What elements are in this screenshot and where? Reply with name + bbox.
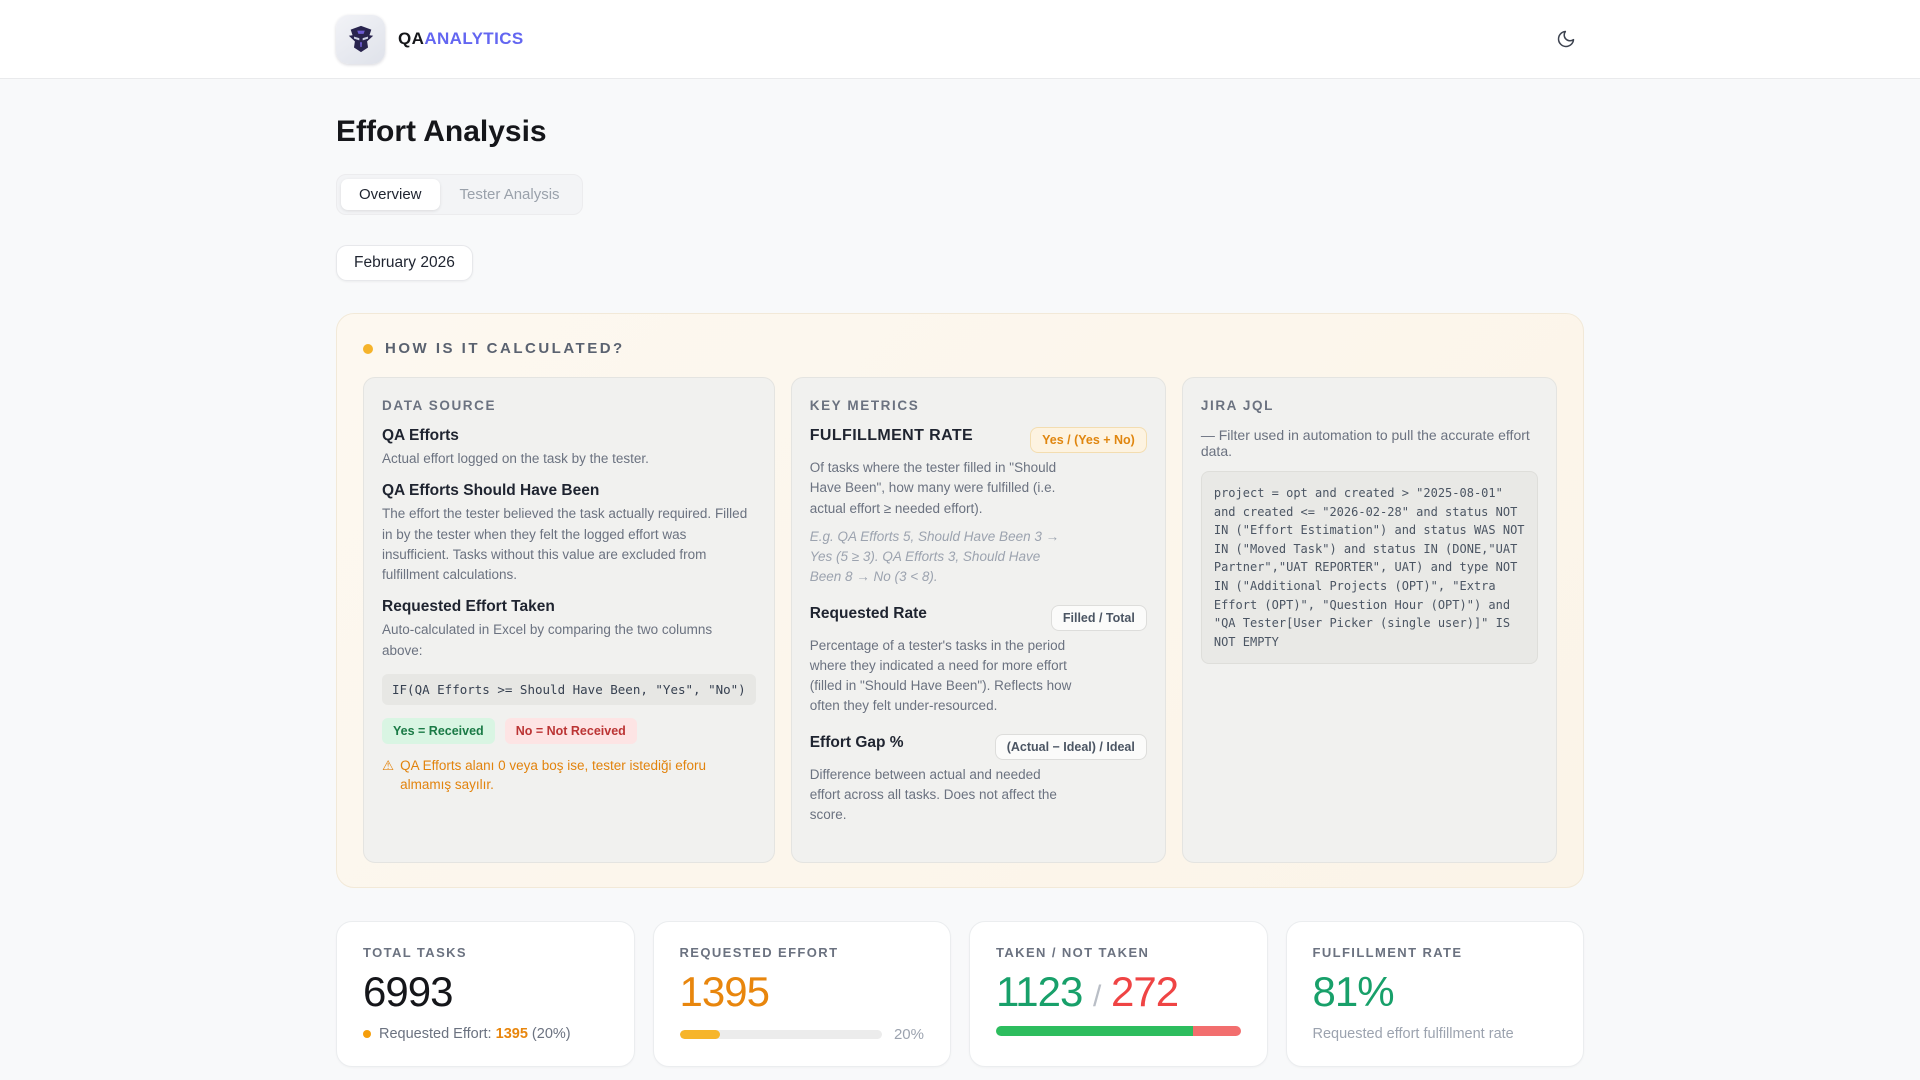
requested-effort-progressbar [679, 1030, 882, 1040]
taken-not-taken-card: TAKEN / NOT TAKEN 1123 / 272 [969, 921, 1268, 1068]
amber-dot-icon [363, 343, 373, 354]
progress-percent-label: 20% [893, 1026, 924, 1044]
warning-note: ⚠ QA Efforts alanı 0 veya boş ise, teste… [382, 757, 756, 795]
metric-title: Requested Rate [809, 604, 927, 622]
metric-fulfillment-rate: FULFILLMENT RATE Yes / (Yes + No) Of tas… [810, 427, 1147, 588]
data-source-item: QA Efforts Should Have Been The effort t… [382, 482, 756, 585]
warning-text: QA Efforts alanı 0 veya boş ise, tester … [400, 757, 707, 792]
brand-suffix: ANALYTICS [424, 29, 524, 48]
metric-example: E.g. QA Efforts 5, Should Have Been 3 → … [809, 528, 1060, 585]
page-title: Effort Analysis [336, 115, 547, 148]
month-selector[interactable]: February 2026 [336, 245, 473, 281]
total-tasks-card: TOTAL TASKS 6993 Requested Effort: 1395 … [336, 921, 635, 1068]
total-tasks-value: 6993 [363, 968, 453, 1016]
yes-received-badge: Yes = Received [382, 717, 495, 744]
taken-split-bar [996, 1026, 1241, 1037]
key-metrics-heading: KEY METRICS [809, 398, 920, 413]
metric-title: Effort Gap % [809, 733, 904, 751]
tab-overview[interactable]: Overview [341, 179, 440, 210]
data-source-panel: DATA SOURCE QA Efforts Actual effort log… [363, 377, 775, 864]
metric-title: FULFILLMENT RATE [809, 427, 974, 444]
calc-section-title: HOW IS IT CALCULATED? [385, 340, 625, 357]
how-calculated-card: HOW IS IT CALCULATED? DATA SOURCE QA Eff… [336, 313, 1584, 889]
metric-desc: Of tasks where the tester filled in "Sho… [809, 460, 1057, 516]
metric-formula-badge: Filled / Total [1050, 604, 1147, 631]
view-tabs: Overview Tester Analysis [336, 174, 583, 215]
item-title: QA Efforts Should Have Been [382, 482, 600, 500]
orange-dot-icon [363, 1030, 371, 1039]
item-title: QA Efforts [382, 427, 459, 444]
progress-fill [679, 1030, 720, 1040]
metric-effort-gap: Effort Gap % (Actual − Ideal) / Ideal Di… [809, 733, 1147, 826]
stat-footer: Requested Effort: 1395 (20%) [363, 1026, 608, 1042]
fulfillment-rate-card: FULFILLMENT RATE 81% Requested effort fu… [1285, 921, 1584, 1068]
fulfillment-rate-desc: Requested effort fulfillment rate [1312, 1026, 1514, 1043]
jql-code: project = opt and created > "2025-08-01"… [1200, 471, 1538, 665]
data-source-item: Requested Effort Taken Auto-calculated i… [382, 598, 756, 661]
excel-formula-code: IF(QA Efforts >= Should Have Been, "Yes"… [382, 673, 756, 705]
item-desc: The effort the tester believed the task … [382, 506, 748, 582]
metric-formula-badge: (Actual − Ideal) / Ideal [994, 733, 1147, 760]
data-source-item: QA Efforts Actual effort logged on the t… [382, 427, 756, 469]
stat-label: TAKEN / NOT TAKEN [996, 945, 1150, 961]
fulfillment-rate-value: 81% [1312, 968, 1395, 1016]
no-not-received-badge: No = Not Received [504, 717, 637, 744]
metric-formula-badge: Yes / (Yes + No) [1030, 427, 1147, 453]
stat-label: TOTAL TASKS [363, 945, 467, 961]
item-desc: Auto-calculated in Excel by comparing th… [382, 622, 713, 658]
data-source-heading: DATA SOURCE [382, 398, 497, 413]
stat-label: REQUESTED EFFORT [679, 945, 839, 961]
item-desc: Actual effort logged on the task by the … [382, 451, 649, 466]
jira-jql-heading: JIRA JQL [1200, 398, 1274, 413]
metric-requested-rate: Requested Rate Filled / Total Percentage… [809, 604, 1147, 717]
key-metrics-panel: KEY METRICS FULFILLMENT RATE Yes / (Yes … [790, 377, 1166, 864]
requested-effort-card: REQUESTED EFFORT 1395 20% [652, 921, 951, 1068]
taken-not-taken-value: 1123 / 272 [996, 968, 1179, 1016]
stats-row: TOTAL TASKS 6993 Requested Effort: 1395 … [336, 921, 1584, 1068]
autobot-logo-icon [336, 14, 385, 64]
metric-desc: Difference between actual and needed eff… [809, 766, 1057, 823]
dark-mode-toggle[interactable] [1548, 21, 1584, 57]
metric-desc: Percentage of a tester's tasks in the pe… [809, 637, 1072, 714]
requested-effort-value: 1395 [679, 968, 770, 1016]
jira-jql-panel: JIRA JQL — Filter used in automation to … [1181, 377, 1557, 864]
taken-bar-segment [996, 1026, 1193, 1037]
brand-prefix: QA [398, 29, 425, 48]
moon-icon [1557, 30, 1575, 48]
item-title: Requested Effort Taken [382, 598, 555, 616]
stat-label: FULFILLMENT RATE [1312, 945, 1463, 961]
app-header: QAANALYTICS [0, 0, 1920, 79]
brand[interactable]: QAANALYTICS [336, 14, 524, 64]
jql-note: — Filter used in automation to pull the … [1200, 427, 1530, 459]
tab-tester-analysis[interactable]: Tester Analysis [442, 179, 578, 210]
footer-text: Requested Effort: 1395 (20%) [379, 1026, 571, 1043]
warning-icon: ⚠ [382, 757, 395, 773]
brand-title: QAANALYTICS [398, 29, 524, 49]
not-taken-bar-segment [1192, 1026, 1241, 1037]
